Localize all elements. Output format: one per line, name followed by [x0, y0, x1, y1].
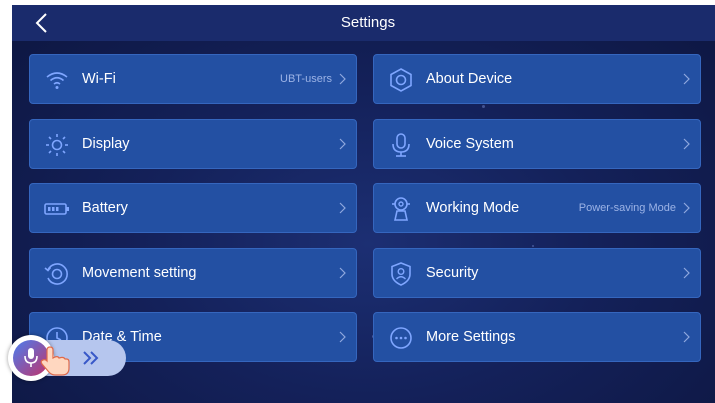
settings-item-label: Security	[426, 265, 479, 281]
settings-item-battery[interactable]: Battery	[29, 183, 357, 233]
double-chevron-right-icon[interactable]	[82, 350, 100, 366]
voice-assistant-widget[interactable]	[8, 335, 127, 384]
settings-item-wifi[interactable]: Wi-Fi UBT-users	[29, 54, 357, 104]
wifi-icon	[46, 72, 68, 89]
chevron-right-icon	[683, 138, 690, 150]
device-icon	[390, 68, 412, 92]
settings-item-label: More Settings	[426, 329, 516, 345]
settings-item-movement[interactable]: Movement setting	[29, 248, 357, 298]
chevron-right-icon	[339, 138, 346, 150]
battery-icon	[44, 203, 69, 215]
background-sparkle	[532, 245, 534, 247]
chevron-right-icon	[683, 267, 690, 279]
settings-item-value: UBT-users	[280, 73, 332, 85]
movement-icon	[44, 263, 68, 285]
settings-item-label: Battery	[82, 200, 128, 216]
settings-item-label: Working Mode	[426, 200, 520, 216]
settings-item-about-device[interactable]: About Device	[373, 54, 701, 104]
more-icon	[390, 327, 412, 349]
microphone-icon	[392, 133, 410, 157]
settings-item-display[interactable]: Display	[29, 119, 357, 169]
chevron-right-icon	[339, 73, 346, 85]
chevron-right-icon	[339, 202, 346, 214]
settings-item-label: Movement setting	[82, 265, 197, 281]
robot-icon	[392, 197, 410, 221]
shield-user-icon	[391, 262, 411, 286]
top-bar: Settings	[12, 5, 715, 41]
chevron-right-icon	[339, 331, 346, 343]
chevron-right-icon	[683, 331, 690, 343]
settings-item-label: Voice System	[426, 136, 514, 152]
chevron-right-icon	[683, 202, 690, 214]
settings-item-security[interactable]: Security	[373, 248, 701, 298]
settings-item-value: Power-saving Mode	[578, 202, 676, 214]
brightness-icon	[46, 134, 68, 156]
background-sparkle	[482, 105, 485, 108]
settings-item-label: Display	[82, 136, 130, 152]
settings-item-more-settings[interactable]: More Settings	[373, 312, 701, 362]
page-title: Settings	[340, 14, 396, 31]
settings-item-label: About Device	[426, 71, 513, 87]
settings-item-label: Wi-Fi	[82, 71, 116, 87]
chevron-right-icon	[339, 267, 346, 279]
settings-item-working-mode[interactable]: Working Mode Power-saving Mode	[373, 183, 701, 233]
chevron-right-icon	[683, 73, 690, 85]
hand-pointer-icon	[40, 346, 70, 376]
settings-item-voice-system[interactable]: Voice System	[373, 119, 701, 169]
